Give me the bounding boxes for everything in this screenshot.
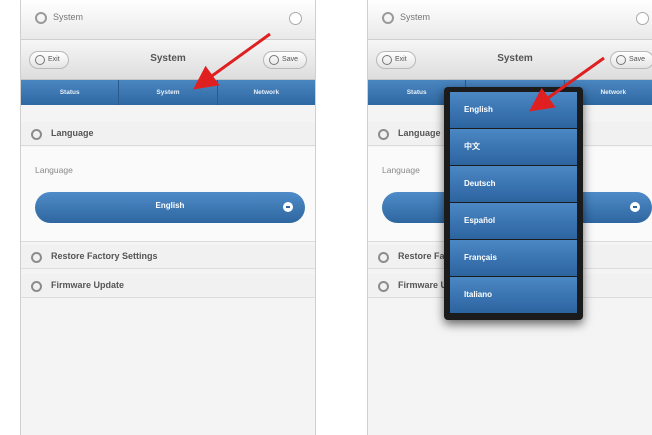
arrow-to-english-option [529,56,605,112]
annotation-arrows [193,32,605,112]
arrow-to-system-tab [193,32,271,90]
